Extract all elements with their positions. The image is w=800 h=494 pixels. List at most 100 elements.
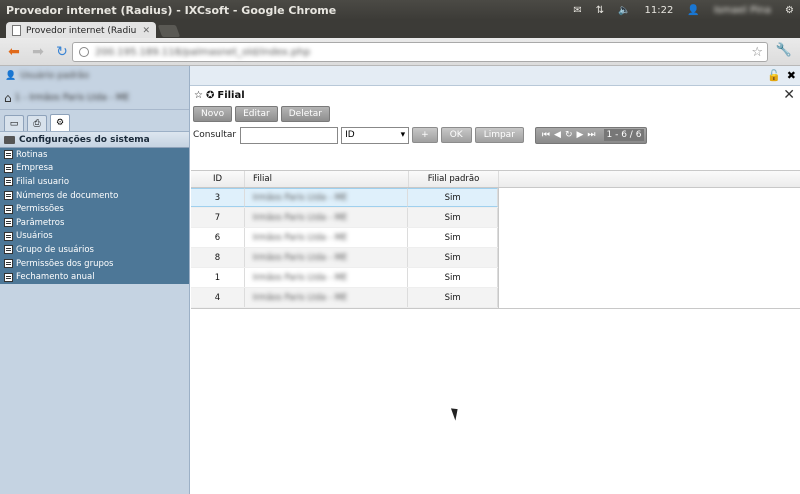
menu-item-filial-usuario[interactable]: Filial usuario [0, 175, 189, 189]
sidebar: 👤 Usuário padrão ⌂ 1 - Irmãos Paris Ltda… [0, 66, 190, 494]
list-icon [4, 163, 13, 173]
url-text[interactable]: 200.195.189.118/palmasnet_old/index.php [95, 47, 751, 58]
company-row: ⌂ 1 - Irmãos Paris Ltda - ME [0, 86, 189, 110]
menu-item-empresa[interactable]: Empresa [0, 162, 189, 176]
panel-title: Filial [217, 89, 245, 101]
home-icon[interactable]: ⌂ [4, 91, 12, 105]
add-filter-button[interactable]: + [412, 127, 438, 143]
close-panel-icon[interactable]: ✕ [783, 87, 795, 103]
clear-button[interactable]: Limpar [474, 127, 524, 143]
main-panel: ☆ ✪ Filial ✕ Novo Editar Deletar Consult… [191, 86, 800, 494]
list-icon [4, 231, 13, 241]
page-icon [12, 25, 21, 36]
column-header-filial[interactable]: Filial [245, 171, 409, 187]
close-app-icon[interactable]: ✖ [787, 69, 796, 82]
address-bar[interactable]: 200.195.189.118/palmasnet_old/index.php … [72, 42, 768, 62]
last-page-icon[interactable]: ⏭ [587, 130, 595, 140]
app-area: 🔓 ✖ 👤 Usuário padrão ⌂ 1 - Irmãos Paris … [0, 66, 800, 494]
search-bar: Consultar ID ▾ + OK Limpar ⏮ ◀ ↻ ▶ ⏭ 1 -… [191, 124, 800, 146]
settings-menu: Rotinas Empresa Filial usuario Números d… [0, 148, 189, 284]
clock[interactable]: 11:22 [645, 5, 674, 16]
user-icon: 👤 [5, 71, 17, 81]
menu-item-usuarios[interactable]: Usuários [0, 230, 189, 244]
list-icon [4, 177, 13, 187]
column-header-padrao[interactable]: Filial padrão [409, 171, 499, 187]
reload-button[interactable]: ↻ [52, 42, 72, 62]
action-buttons: Novo Editar Deletar [191, 104, 800, 124]
menu-item-rotinas[interactable]: Rotinas [0, 148, 189, 162]
first-page-icon[interactable]: ⏮ [542, 130, 550, 140]
table-row[interactable]: 3 Irmãos Paris Ltda - ME Sim [191, 188, 499, 208]
panel-header: ☆ ✪ Filial [191, 86, 800, 104]
edit-button[interactable]: Editar [235, 106, 278, 122]
user-name[interactable]: Ismael Pina [714, 5, 771, 16]
menu-item-permissoes[interactable]: Permissões [0, 202, 189, 216]
company-name: 1 - Irmãos Paris Ltda - ME [14, 92, 130, 103]
os-top-panel: Provedor internet (Radius) - IXCsoft - G… [0, 0, 800, 20]
window-title: Provedor internet (Radius) - IXCsoft - G… [6, 3, 337, 17]
section-title: Configurações do sistema [19, 134, 150, 145]
table-row[interactable]: 6 Irmãos Paris Ltda - ME Sim [191, 228, 499, 248]
new-button[interactable]: Novo [193, 106, 233, 122]
table-row[interactable]: 1 Irmãos Paris Ltda - ME Sim [191, 268, 499, 288]
tab-window[interactable]: ▭ [4, 115, 24, 131]
menu-item-parametros[interactable]: Parâmetros [0, 216, 189, 230]
folder-icon [4, 135, 15, 144]
menu-item-grupo-usuarios[interactable]: Grupo de usuários [0, 243, 189, 257]
refresh-icon[interactable]: ✪ [206, 90, 214, 101]
window-controls: 🔓 ✖ [767, 69, 796, 82]
menu-item-permissoes-grupos[interactable]: Permissões dos grupos [0, 257, 189, 271]
page-info: 1 - 6 / 6 [603, 129, 645, 141]
list-icon [4, 150, 13, 160]
bookmark-star-icon[interactable]: ☆ [751, 45, 767, 60]
network-icon[interactable]: ⇅ [596, 5, 604, 16]
grid-header: ID Filial Filial padrão [191, 171, 800, 188]
volume-icon[interactable]: 🔈 [618, 5, 630, 16]
reload-grid-icon[interactable]: ↻ [565, 130, 573, 140]
table-row[interactable]: 7 Irmãos Paris Ltda - ME Sim [191, 208, 499, 228]
sidebar-tabs: ▭ ⎙ ⚙ [0, 110, 189, 132]
table-row[interactable]: 4 Irmãos Paris Ltda - ME Sim [191, 288, 499, 308]
browser-tab[interactable]: Provedor internet (Radiu ✕ [6, 22, 156, 39]
menu-item-numeros-documento[interactable]: Números de documento [0, 189, 189, 203]
user-row: 👤 Usuário padrão [0, 66, 189, 86]
wrench-menu-icon[interactable]: 🔧 [776, 43, 792, 58]
search-label: Consultar [193, 130, 237, 140]
user-icon[interactable]: 👤 [687, 5, 699, 16]
favorite-star-icon[interactable]: ☆ [194, 90, 203, 101]
unlock-icon[interactable]: 🔓 [767, 69, 781, 82]
site-info-icon[interactable] [79, 47, 89, 57]
grid-body: 3 Irmãos Paris Ltda - ME Sim 7 Irmãos Pa… [191, 188, 499, 308]
menu-item-fechamento-anual[interactable]: Fechamento anual [0, 270, 189, 284]
column-header-id[interactable]: ID [191, 171, 245, 187]
list-icon [4, 272, 13, 282]
tab-title: Provedor internet (Radiu [26, 25, 137, 36]
ok-button[interactable]: OK [440, 127, 472, 143]
search-field-select[interactable]: ID ▾ [341, 126, 410, 144]
gear-icon[interactable]: ⚙ [785, 5, 794, 16]
list-icon [4, 191, 13, 201]
dropdown-arrow-icon: ▾ [400, 130, 406, 140]
list-icon [4, 218, 13, 228]
pager: ⏮ ◀ ↻ ▶ ⏭ 1 - 6 / 6 [534, 126, 647, 144]
back-button[interactable]: ⬅ [4, 42, 24, 62]
tab-settings[interactable]: ⚙ [50, 114, 70, 131]
list-icon [4, 259, 13, 269]
user-name: Usuário padrão [20, 71, 89, 81]
delete-button[interactable]: Deletar [280, 106, 330, 122]
section-header[interactable]: Configurações do sistema [0, 132, 189, 148]
next-page-icon[interactable]: ▶ [576, 130, 583, 140]
browser-toolbar: ⬅ ➡ ↻ 200.195.189.118/palmasnet_old/inde… [0, 38, 800, 66]
close-tab-icon[interactable]: ✕ [142, 26, 150, 36]
grid-bottom-border [191, 308, 800, 309]
forward-button[interactable]: ➡ [28, 42, 48, 62]
list-icon [4, 204, 13, 214]
table-row[interactable]: 8 Irmãos Paris Ltda - ME Sim [191, 248, 499, 268]
prev-page-icon[interactable]: ◀ [554, 130, 561, 140]
mail-icon[interactable]: ✉ [573, 5, 581, 16]
search-input[interactable] [240, 126, 339, 144]
tab-print[interactable]: ⎙ [27, 115, 47, 131]
browser-tabstrip: Provedor internet (Radiu ✕ [0, 20, 800, 39]
new-tab-button[interactable] [157, 25, 181, 37]
list-icon [4, 245, 13, 255]
